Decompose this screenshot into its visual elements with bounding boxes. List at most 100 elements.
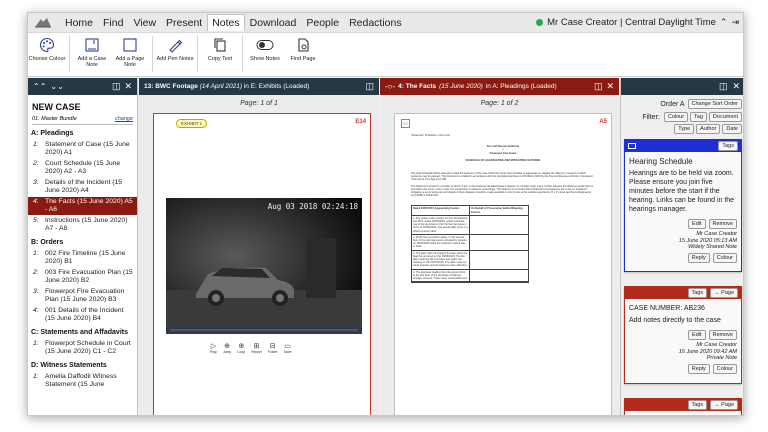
- toc-item-label: Flowerpot FIre Evacuation Plan (15 June …: [45, 288, 125, 303]
- document-date: (15 June 2020): [439, 83, 483, 90]
- note-colour-button[interactable]: Colour: [712, 363, 737, 374]
- change-sort-order-button[interactable]: Change Sort Order: [687, 99, 742, 109]
- note-title: Hearing Schedule: [629, 157, 693, 166]
- split-view-icon[interactable]: ◫: [112, 81, 121, 92]
- go-to-page-button[interactable]: → Page: [710, 288, 738, 298]
- report-control[interactable]: ⊞ Report: [251, 342, 262, 354]
- table-cell: 4. The staircase leading from the ground…: [412, 269, 470, 282]
- edit-note-button[interactable]: Edit: [688, 330, 706, 340]
- find-page-button[interactable]: Find Page: [284, 36, 322, 62]
- add-page-note-icon[interactable]: ▭: [401, 119, 410, 128]
- note-colour-button[interactable]: Colour: [712, 252, 737, 263]
- toc-item[interactable]: 1: Amelia Daffodil Witness Statement (15 …: [28, 372, 137, 390]
- close-icon[interactable]: ✕: [606, 81, 614, 92]
- toc-item[interactable]: 2: 003 Fire Evacuation Plan (15 June 2020…: [28, 268, 137, 286]
- table-row: 2. Profit was put before safety, in the …: [412, 234, 528, 251]
- toc-item[interactable]: 1: Flowerpot Schedule in Court (15 June 2…: [28, 339, 137, 357]
- reply-note-button[interactable]: Reply: [687, 252, 710, 263]
- filter-colour-button[interactable]: Colour: [663, 112, 689, 122]
- toc-item[interactable]: 1: 002 Fire Timeline (15 June 2020) B1: [28, 249, 137, 267]
- toc-item[interactable]: 4: 001 Details of the Incident (15 June 2…: [28, 306, 137, 324]
- folder-control[interactable]: ⊟ Folder: [268, 342, 278, 354]
- menu-home[interactable]: Home: [60, 14, 98, 32]
- pen-icon: [166, 36, 184, 54]
- toc-item[interactable]: 1: Statement of Case (15 June 2020) A1: [28, 140, 137, 158]
- add-case-note-button[interactable]: Add a Case Note: [73, 36, 111, 68]
- change-bundle-link[interactable]: change: [115, 116, 133, 122]
- toc-item-label: 001 Details of the Incident (15 June 202…: [45, 307, 124, 322]
- menu-view[interactable]: View: [128, 14, 161, 32]
- remove-note-button[interactable]: Remove: [708, 330, 737, 340]
- copy-text-button[interactable]: Copy Text: [201, 36, 239, 62]
- toc-section-heading[interactable]: A: Pleadings: [31, 130, 137, 138]
- toc-item[interactable]: 5: Instructions (15 June 2020) A7 - A8: [28, 216, 137, 234]
- filter-type-button[interactable]: Type: [674, 124, 695, 134]
- index-panel-header: ⌃⌃ ⌄⌄ ◫ ✕: [28, 78, 137, 95]
- toc-item-number: 1:: [33, 373, 39, 380]
- note-card[interactable]: Tags Hearing Schedule Hearings are to be…: [624, 139, 742, 272]
- page-number: A5: [599, 119, 607, 125]
- copy-text-label: Copy Text: [207, 56, 233, 62]
- split-view-icon[interactable]: ◫: [365, 81, 374, 92]
- note-card[interactable]: Tags → Page: [624, 398, 742, 415]
- menu-find[interactable]: Find: [98, 14, 128, 32]
- table-body: 1. The notice under section 10 Fire Prec…: [412, 215, 528, 283]
- doc-paragraph: The Defence is invited to consider to wh…: [411, 184, 594, 198]
- menu-people[interactable]: People: [301, 14, 344, 32]
- go-to-page-button[interactable]: → Page: [710, 400, 738, 410]
- table-cell: 2. Profit was put before safety, in the …: [412, 234, 470, 250]
- remove-note-button[interactable]: Remove: [708, 219, 737, 229]
- toc-item[interactable]: 3: Details of the Incident (15 June 2020)…: [28, 178, 137, 196]
- user-label[interactable]: Mr Case Creator | Central Daylight Time: [547, 17, 716, 28]
- jump-control[interactable]: ⊕ Jump: [223, 342, 232, 354]
- video-scrubber[interactable]: [166, 326, 362, 334]
- edit-note-button[interactable]: Edit: [688, 219, 706, 229]
- toc-section-heading[interactable]: B: Orders: [31, 239, 137, 247]
- table-row: 1. The notice under section 10 Fire Prec…: [412, 215, 528, 235]
- index-panel: ⌃⌃ ⌄⌄ ◫ ✕ NEW CASE 01: Master Bundle cha…: [28, 78, 138, 415]
- show-notes-toggle[interactable]: Show Notes: [246, 36, 284, 62]
- chevron-up-icon[interactable]: ⌃: [720, 17, 728, 28]
- add-page-note-button[interactable]: Add a Page Note: [111, 36, 149, 68]
- save-control[interactable]: ▭ Save: [284, 342, 292, 354]
- menu-notes[interactable]: Notes: [207, 14, 245, 31]
- filter-document-button[interactable]: Document: [708, 112, 742, 122]
- report-icon: ⊞: [253, 343, 260, 350]
- toc-item[interactable]: 2: Court Schedule (15 June 2020) A2 - A3: [28, 159, 137, 177]
- play-control[interactable]: ▷ Play: [210, 342, 217, 354]
- note-tags-button[interactable]: Tags: [687, 288, 708, 298]
- filter-tag-button[interactable]: Tag: [690, 112, 707, 122]
- expand-all-icon[interactable]: ⌄⌄: [50, 82, 63, 91]
- split-view-icon[interactable]: ◫: [594, 81, 603, 92]
- note-card-header: Tags → Page: [625, 399, 741, 411]
- reply-note-button[interactable]: Reply: [687, 363, 710, 374]
- loop-control[interactable]: ⊕ Loop: [237, 342, 245, 354]
- doc-heading: SCHEDULE OF AGGRAVATING AND MITIGATING F…: [465, 158, 541, 162]
- collapse-all-icon[interactable]: ⌃⌃: [33, 82, 46, 91]
- note-card[interactable]: Tags → Page CASE NUMBER: AB236 Add notes…: [624, 286, 742, 384]
- toc-section-heading[interactable]: D: Witness Statements: [31, 362, 137, 370]
- logout-icon[interactable]: ⇥: [731, 17, 739, 28]
- table-cell: [470, 235, 528, 250]
- add-pen-notes-button[interactable]: Add Pen Notes: [156, 36, 194, 62]
- close-icon[interactable]: ✕: [124, 81, 132, 92]
- menu-download[interactable]: Download: [245, 14, 302, 32]
- filter-date-button[interactable]: Date: [722, 124, 742, 134]
- menu-redactions[interactable]: Redactions: [344, 14, 407, 32]
- exhibit-panel-header: 13: BWC Footage (14 April 2021) in E: Ex…: [139, 78, 379, 95]
- video-player[interactable]: Aug 03 2018 02:24:18: [166, 198, 362, 334]
- exhibit-date: (14 April 2021): [199, 83, 243, 90]
- note-tags-button[interactable]: Tags: [718, 141, 738, 151]
- toc-item-selected[interactable]: 4: The Facts (15 June 2020) A5 - A6: [28, 197, 137, 215]
- split-view-icon[interactable]: ◫: [719, 81, 728, 92]
- note-card-header: Tags → Page: [625, 287, 741, 299]
- choose-colour-button[interactable]: Choose Colour: [28, 36, 66, 62]
- close-icon[interactable]: ✕: [732, 81, 740, 92]
- note-tags-button[interactable]: Tags: [687, 400, 708, 410]
- table-cell: [470, 216, 528, 234]
- filter-author-button[interactable]: Author: [696, 124, 721, 134]
- linked-document-icon[interactable]: -○-: [385, 82, 395, 91]
- toc-section-heading[interactable]: C: Statements and Affadavits: [31, 329, 137, 337]
- toc-item[interactable]: 3: Flowerpot FIre Evacuation Plan (15 Jun…: [28, 287, 137, 305]
- menu-present[interactable]: Present: [161, 14, 207, 32]
